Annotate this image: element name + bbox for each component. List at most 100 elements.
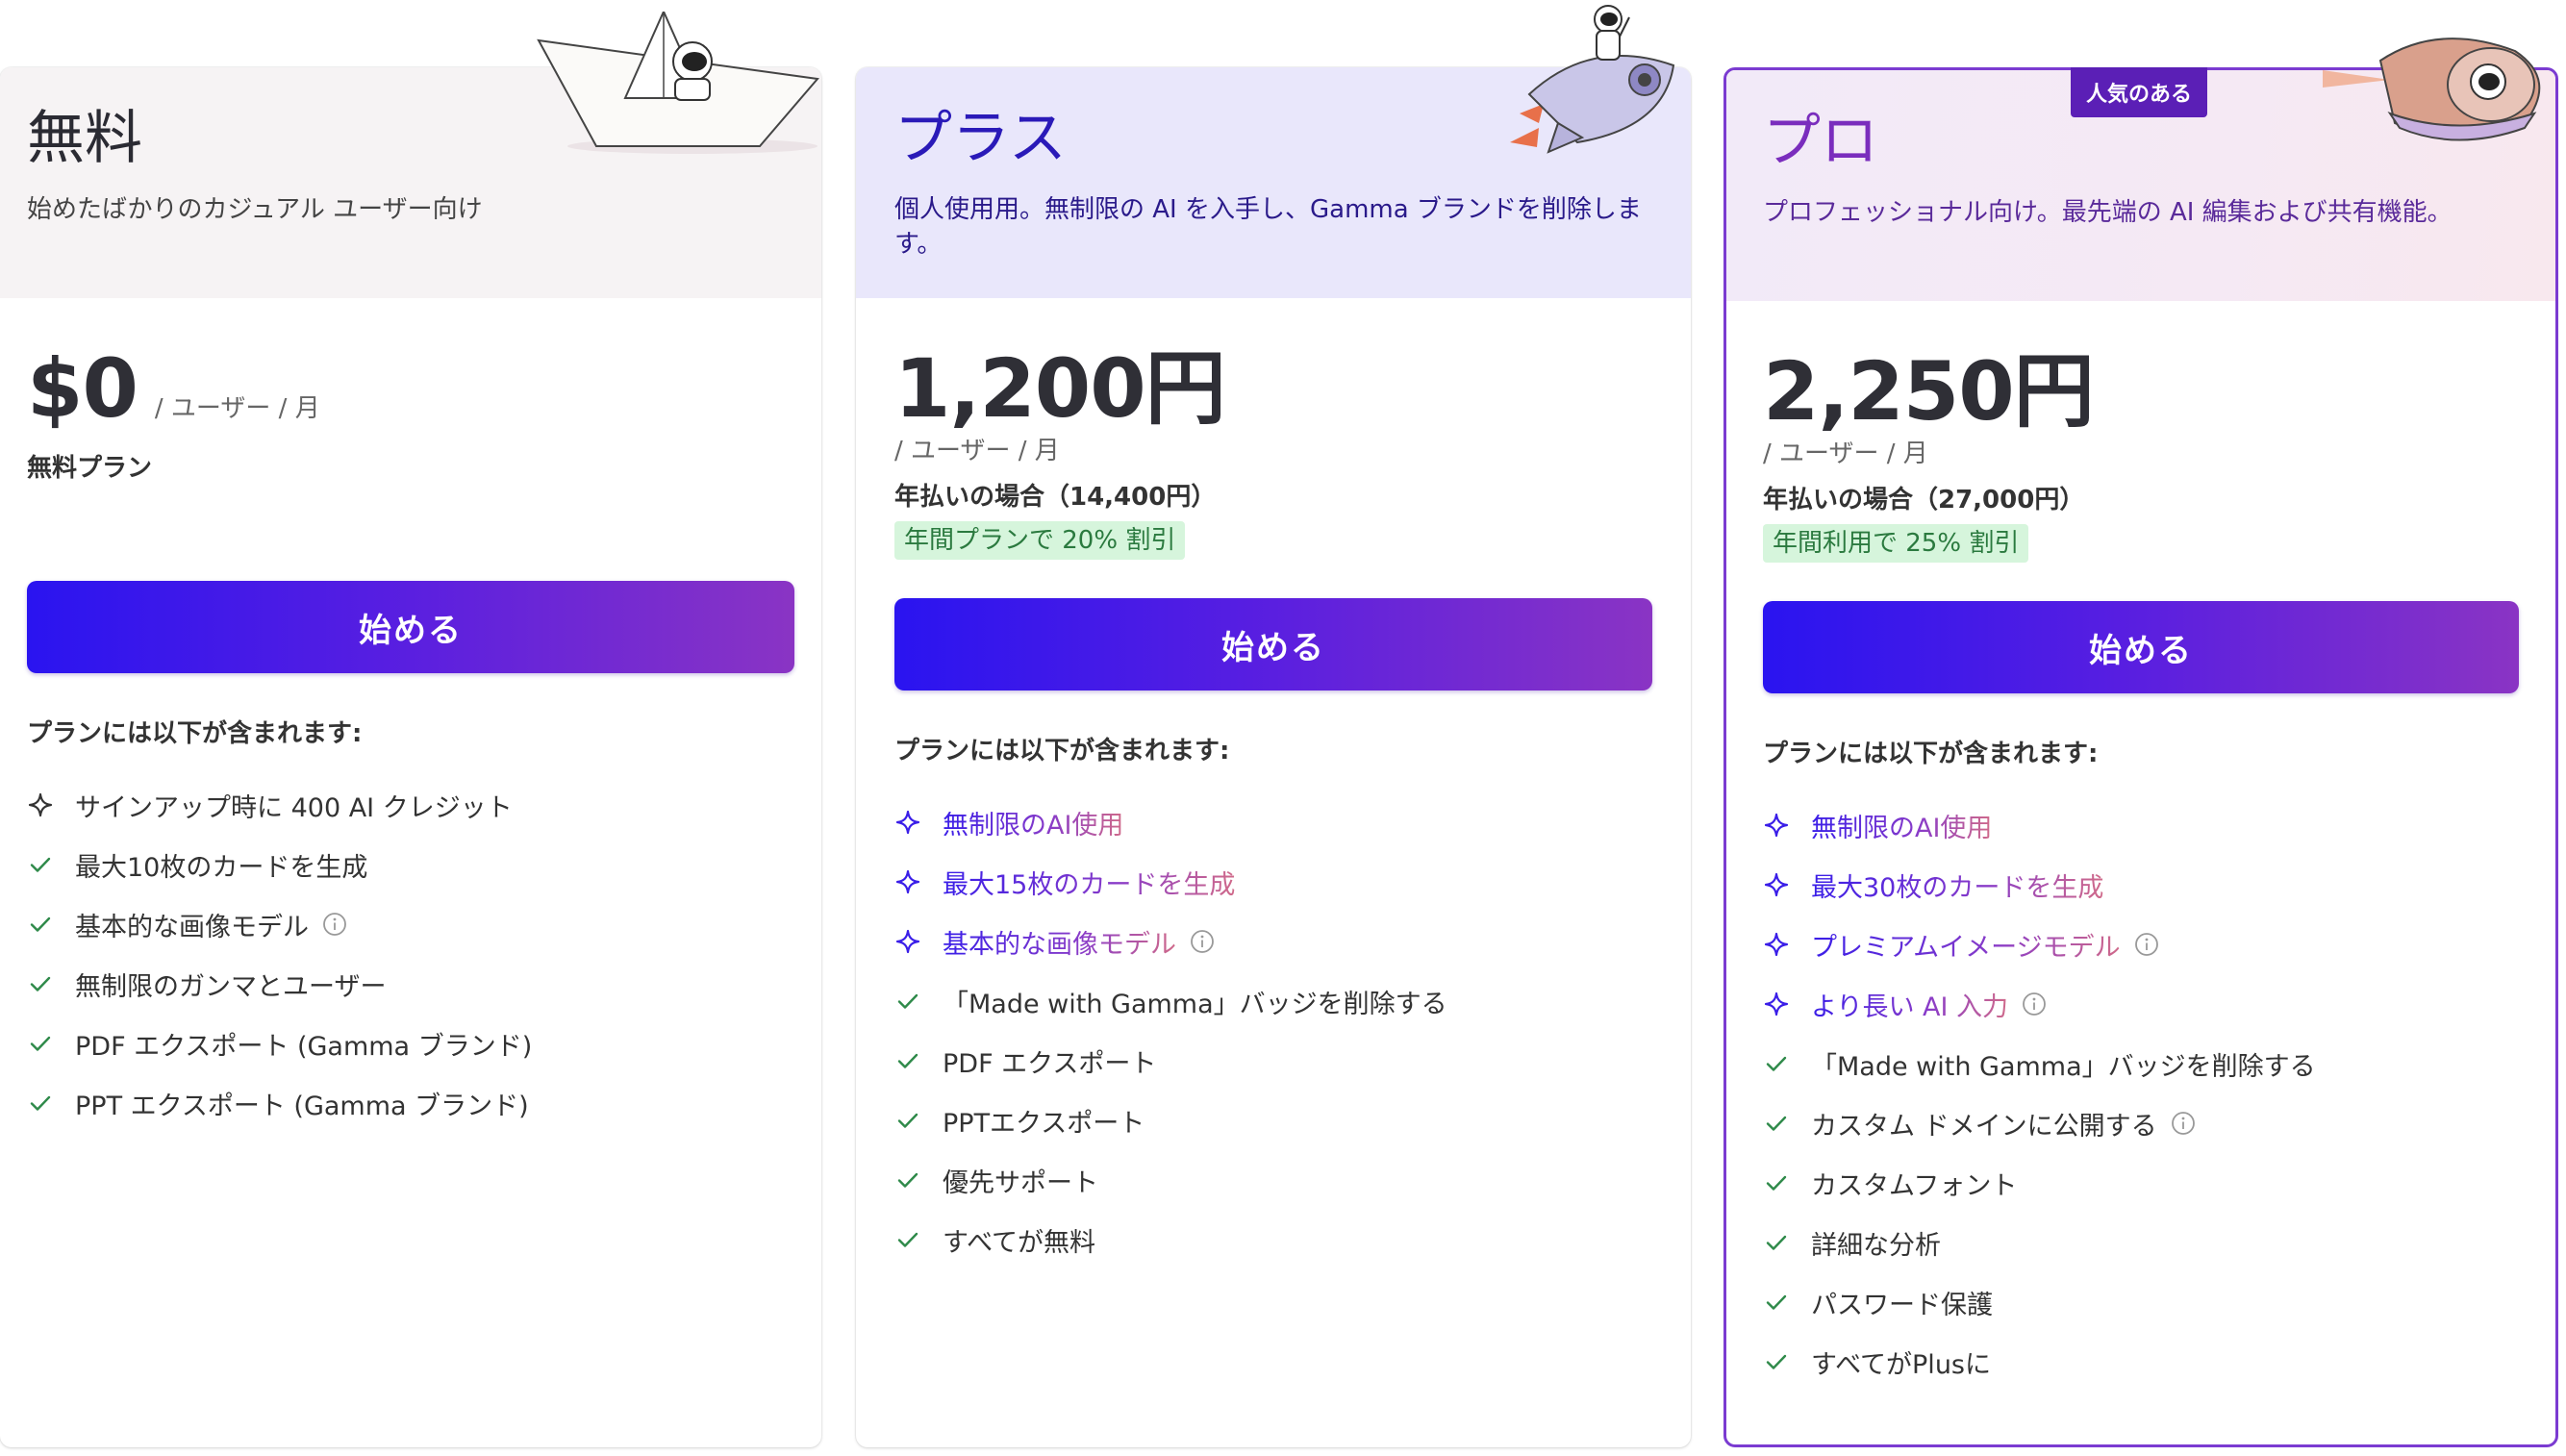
feature-item: カスタムフォント [1763, 1153, 2519, 1213]
plan-header: プラス 個人使用用。無制限の AI を入手し、Gamma ブランドを削除します。 [856, 5, 1691, 298]
check-icon [1763, 1289, 1790, 1316]
feature-item: 「Made with Gamma」バッジを削除する [1763, 1034, 2519, 1093]
feature-text: 優先サポート [943, 1167, 1098, 1198]
feature-list: 無制限のAI使用最大30枚のカードを生成 プレミアムイメージモデル より長い AI … [1763, 795, 2519, 1392]
feature-text: パスワード保護 [1811, 1290, 1993, 1320]
feature-text: プレミアムイメージモデル [1811, 926, 2121, 964]
feature-item: 最大30枚のカードを生成 [1763, 855, 2519, 915]
feature-item: 最大15枚のカードを生成 [894, 852, 1652, 912]
check-icon [1763, 1169, 1790, 1196]
feature-item: 基本的な画像モデル [894, 912, 1652, 971]
plan-description: 個人使用用。無制限の AI を入手し、Gamma ブランドを削除します。 [894, 195, 1642, 259]
check-icon [894, 1226, 921, 1253]
feature-text: 「Made with Gamma」バッジを削除する [943, 989, 1447, 1019]
sparkle-icon [894, 809, 921, 836]
feature-text: 無制限のAI使用 [1811, 807, 1992, 844]
start-button-pro[interactable]: 始める [1763, 601, 2519, 693]
check-icon [1763, 1050, 1790, 1077]
price-period: / ユーザー / 月 [154, 394, 320, 423]
discount-badge: 年間利用で 25% 割引 [1763, 524, 2029, 563]
check-icon [27, 911, 54, 938]
includes-title: プランには以下が含まれます: [894, 737, 1230, 766]
check-icon [27, 970, 54, 997]
check-icon [27, 1090, 54, 1117]
feature-text: PDF エクスポート (Gamma ブランド) [75, 1031, 533, 1062]
feature-text: PDF エクスポート [943, 1048, 1157, 1079]
plan-description: 始めたばかりのカジュアル ユーザー向け [27, 195, 483, 224]
check-icon [1763, 1348, 1790, 1375]
feature-item: 最大10枚のカードを生成 [27, 835, 794, 894]
feature-item: より長い AI 入力 [1763, 974, 2519, 1034]
plan-description: プロフェッショナル向け。最先端の AI 編集および共有機能。 [1763, 198, 2453, 227]
feature-item: すべてがPlusに [1763, 1332, 2519, 1392]
check-icon [27, 1030, 54, 1057]
feature-item: カスタム ドメインに公開する [1763, 1093, 2519, 1153]
start-button-free[interactable]: 始める [27, 581, 794, 673]
info-icon[interactable] [2022, 992, 2047, 1017]
sparkle-icon [894, 928, 921, 955]
feature-text: より長い AI 入力 [1811, 986, 2008, 1023]
feature-text: 詳細な分析 [1811, 1230, 1941, 1261]
feature-list: サインアップ時に 400 AI クレジット 最大10枚のカードを生成 基本的な画像モ… [27, 775, 794, 1133]
feature-item: すべてが無料 [894, 1210, 1652, 1269]
feature-text: すべてがPlusに [1811, 1349, 1991, 1380]
feature-item: プレミアムイメージモデル [1763, 915, 2519, 974]
feature-text: サインアップ時に 400 AI クレジット [75, 792, 513, 823]
check-icon [894, 1167, 921, 1193]
feature-text: PPT エクスポート (Gamma ブランド) [75, 1091, 529, 1121]
rocket-illustration [1510, 5, 1675, 154]
feature-text: 無制限のAI使用 [943, 804, 1123, 841]
feature-item: 無制限のガンマとユーザー [27, 954, 794, 1014]
feature-text: 「Made with Gamma」バッジを削除する [1811, 1051, 2316, 1082]
feature-item: PPTエクスポート [894, 1091, 1652, 1150]
annual-note: 年払いの場合（27,000円） [1763, 486, 2085, 515]
price: 2,250円 [1763, 344, 2095, 439]
plan-card-free: 無料 始めたばかりのカジュアル ユーザー向け $0 / ユーザー / 月 無料プ… [0, 12, 821, 1447]
feature-text: 最大10枚のカードを生成 [75, 852, 368, 883]
feature-item: パスワード保護 [1763, 1272, 2519, 1332]
price: 1,200円 [894, 341, 1226, 436]
discount-badge: 年間プランで 20% 割引 [894, 521, 1186, 560]
feature-item: PPT エクスポート (Gamma ブランド) [27, 1073, 794, 1133]
feature-item: 基本的な画像モデル [27, 894, 794, 954]
feature-item: 優先サポート [894, 1150, 1652, 1210]
plan-card-pro: 人気のある プロ プロフェッショナル向け。最先端の AI 編集および共有機能。 … [1723, 38, 2558, 1447]
feature-item: 無制限のAI使用 [894, 792, 1652, 852]
feature-text: カスタム ドメインに公開する [1811, 1111, 2157, 1142]
feature-item: サインアップ時に 400 AI クレジット [27, 775, 794, 835]
feature-text: 最大30枚のカードを生成 [1811, 866, 2103, 904]
check-icon [894, 1107, 921, 1134]
plan-card-plus: プラス 個人使用用。無制限の AI を入手し、Gamma ブランドを削除します。… [856, 5, 1691, 1447]
annual-note: 年払いの場合（14,400円） [894, 483, 1217, 512]
info-icon[interactable] [1190, 929, 1215, 954]
plan-header: 無料 始めたばかりのカジュアル ユーザー向け [0, 12, 821, 298]
check-icon [894, 1047, 921, 1074]
check-icon [894, 988, 921, 1015]
feature-text: 最大15枚のカードを生成 [943, 864, 1235, 901]
start-button-plus[interactable]: 始める [894, 598, 1652, 690]
feature-item: PDF エクスポート (Gamma ブランド) [27, 1014, 794, 1073]
price-period: / ユーザー / 月 [1763, 439, 1928, 468]
info-icon[interactable] [2134, 932, 2159, 957]
sparkle-icon [1763, 871, 1790, 898]
feature-list: 無制限のAI使用最大15枚のカードを生成 基本的な画像モデル「Made with … [894, 792, 1652, 1269]
feature-text: 基本的な画像モデル [943, 923, 1176, 961]
info-icon[interactable] [322, 912, 347, 937]
includes-title: プランには以下が含まれます: [27, 719, 363, 748]
paper-boat-illustration [537, 12, 819, 154]
info-icon[interactable] [2171, 1111, 2196, 1136]
feature-item: 「Made with Gamma」バッジを削除する [894, 971, 1652, 1031]
sparkle-icon [1763, 931, 1790, 958]
check-icon [27, 851, 54, 878]
sparkle-icon [894, 868, 921, 895]
sparkle-icon [1763, 812, 1790, 839]
sparkle-icon [27, 791, 54, 818]
feature-text: カスタムフォント [1811, 1170, 2018, 1201]
price: $0 [27, 341, 138, 436]
plan-note: 無料プラン [27, 454, 153, 483]
check-icon [1763, 1229, 1790, 1256]
feature-text: 無制限のガンマとユーザー [75, 971, 387, 1002]
feature-text: 基本的な画像モデル [75, 912, 309, 942]
popular-badge: 人気のある [2071, 67, 2208, 117]
includes-title: プランには以下が含まれます: [1763, 740, 2099, 768]
